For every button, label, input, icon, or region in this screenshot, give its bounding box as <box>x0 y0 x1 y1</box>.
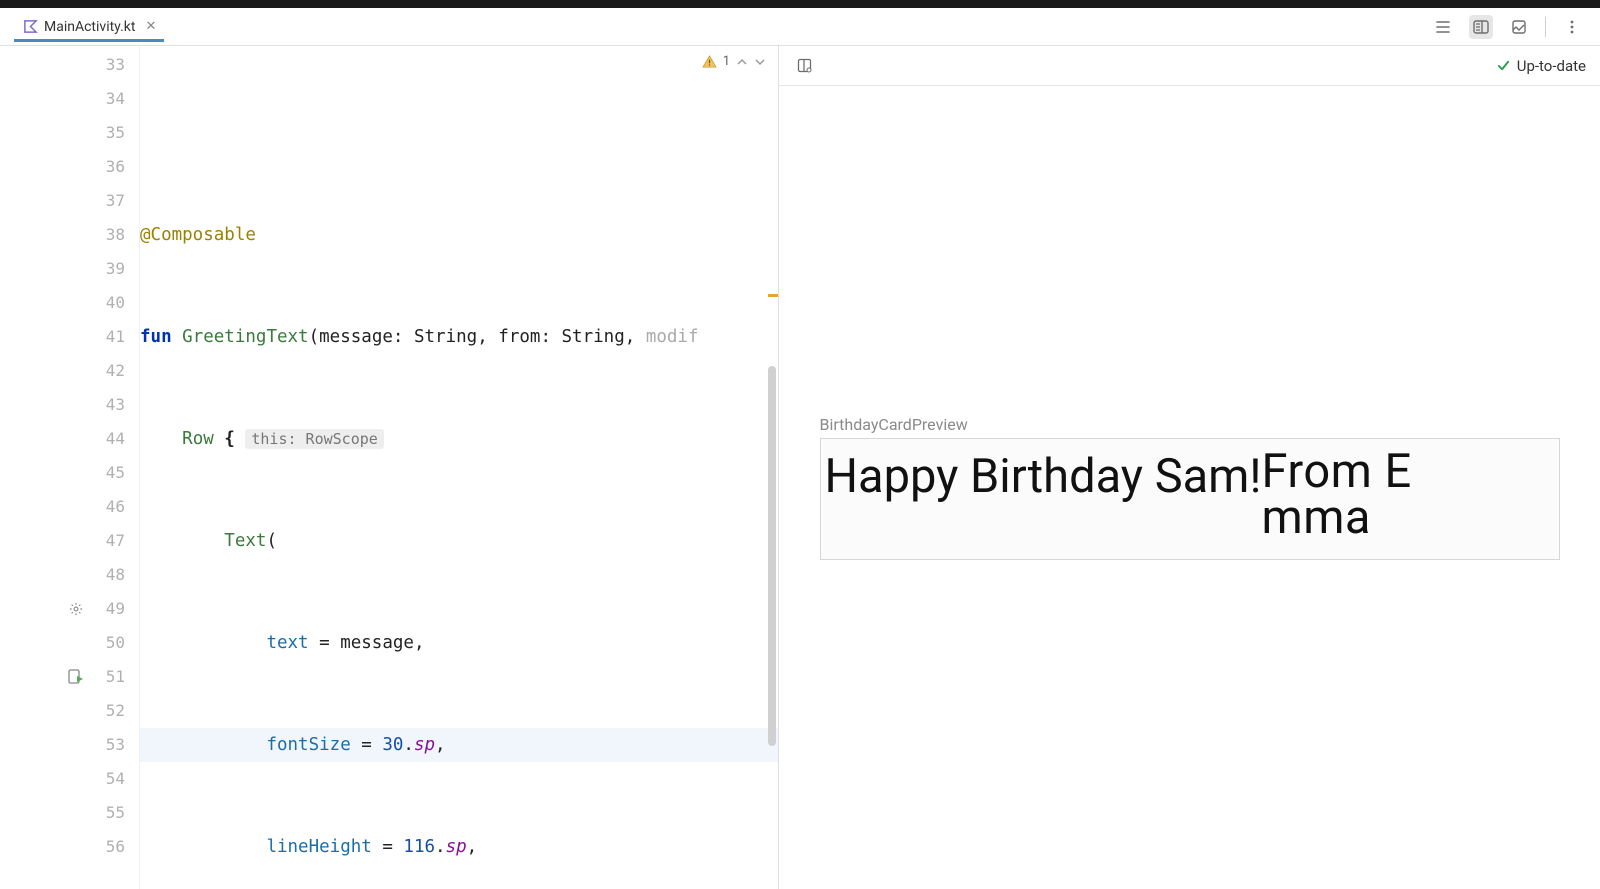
scrollbar-thumb[interactable] <box>768 366 776 746</box>
preview-toolbar: Up-to-date <box>779 46 1600 86</box>
warning-icon <box>702 54 717 69</box>
file-tab-mainactivity[interactable]: MainActivity.kt ✕ <box>14 13 164 41</box>
line-number: 46 <box>0 490 139 524</box>
gear-icon[interactable] <box>69 602 83 616</box>
code-line[interactable]: lineHeight = 116.sp, <box>140 830 778 864</box>
tab-bar-actions <box>1431 15 1600 39</box>
file-tab-label: MainActivity.kt <box>44 19 135 35</box>
split-view-icon[interactable] <box>1469 15 1493 39</box>
main-split: 1 33 34 35 36 37 38 39 40 41 42 43 44 45… <box>0 46 1600 889</box>
line-number: 39 <box>0 252 139 286</box>
line-number: 33 <box>0 48 139 82</box>
code-line[interactable]: fontSize = 30.sp, <box>140 728 778 762</box>
prev-issue-icon[interactable] <box>736 56 748 68</box>
window-top-strip <box>0 0 1600 8</box>
code-editor-pane: 1 33 34 35 36 37 38 39 40 41 42 43 44 45… <box>0 46 779 889</box>
line-number: 44 <box>0 422 139 456</box>
inspection-indicator[interactable]: 1 <box>702 54 766 69</box>
line-number: 51 <box>0 660 139 694</box>
line-number: 45 <box>0 456 139 490</box>
compose-preview-pane: Up-to-date BirthdayCardPreview Happy Bir… <box>779 46 1600 889</box>
line-number: 53 <box>0 728 139 762</box>
line-number: 38 <box>0 218 139 252</box>
line-number: 48 <box>0 558 139 592</box>
inlay-hint: this: RowScope <box>245 429 383 449</box>
greeting-message-text: Happy Birthday Sam! <box>825 449 1262 541</box>
line-number: 37 <box>0 184 139 218</box>
line-number: 34 <box>0 82 139 116</box>
line-number: 42 <box>0 354 139 388</box>
warning-count: 1 <box>723 54 730 69</box>
code-line[interactable]: Row { this: RowScope <box>140 422 778 456</box>
preview-surface[interactable]: Happy Birthday Sam! From Emma <box>820 438 1560 560</box>
layout-options-icon[interactable] <box>793 54 817 78</box>
code-line[interactable]: @Composable <box>140 218 778 252</box>
list-view-icon[interactable] <box>1431 15 1455 39</box>
kotlin-file-icon <box>22 19 38 35</box>
line-number: 35 <box>0 116 139 150</box>
code-line[interactable]: text = message, <box>140 626 778 660</box>
line-number: 43 <box>0 388 139 422</box>
toolbar-separator <box>1545 17 1546 37</box>
preview-name-label: BirthdayCardPreview <box>820 415 968 434</box>
code-line[interactable] <box>140 116 778 150</box>
line-number: 40 <box>0 286 139 320</box>
preview-canvas[interactable]: BirthdayCardPreview Happy Birthday Sam! … <box>779 86 1600 889</box>
editor-tab-bar: MainActivity.kt ✕ <box>0 8 1600 46</box>
run-preview-icon[interactable] <box>67 668 85 686</box>
warning-marker[interactable] <box>768 294 778 297</box>
line-number: 50 <box>0 626 139 660</box>
line-number: 54 <box>0 762 139 796</box>
greeting-from-text: From Emma <box>1262 449 1420 541</box>
code-line[interactable]: Text( <box>140 524 778 558</box>
more-options-icon[interactable] <box>1560 15 1584 39</box>
next-issue-icon[interactable] <box>754 56 766 68</box>
line-number: 41 <box>0 320 139 354</box>
line-number: 52 <box>0 694 139 728</box>
preview-status-text: Up-to-date <box>1517 57 1586 75</box>
code-area[interactable]: @Composable fun GreetingText(message: St… <box>140 46 778 889</box>
check-icon <box>1496 58 1511 73</box>
code-line[interactable]: fun GreetingText(message: String, from: … <box>140 320 778 354</box>
line-number-gutter: 33 34 35 36 37 38 39 40 41 42 43 44 45 4… <box>0 46 140 889</box>
line-number: 55 <box>0 796 139 830</box>
line-number: 47 <box>0 524 139 558</box>
close-icon[interactable]: ✕ <box>145 19 156 34</box>
design-view-icon[interactable] <box>1507 15 1531 39</box>
line-number: 49 <box>0 592 139 626</box>
preview-status: Up-to-date <box>1496 57 1586 75</box>
line-number: 36 <box>0 150 139 184</box>
line-number: 56 <box>0 830 139 864</box>
